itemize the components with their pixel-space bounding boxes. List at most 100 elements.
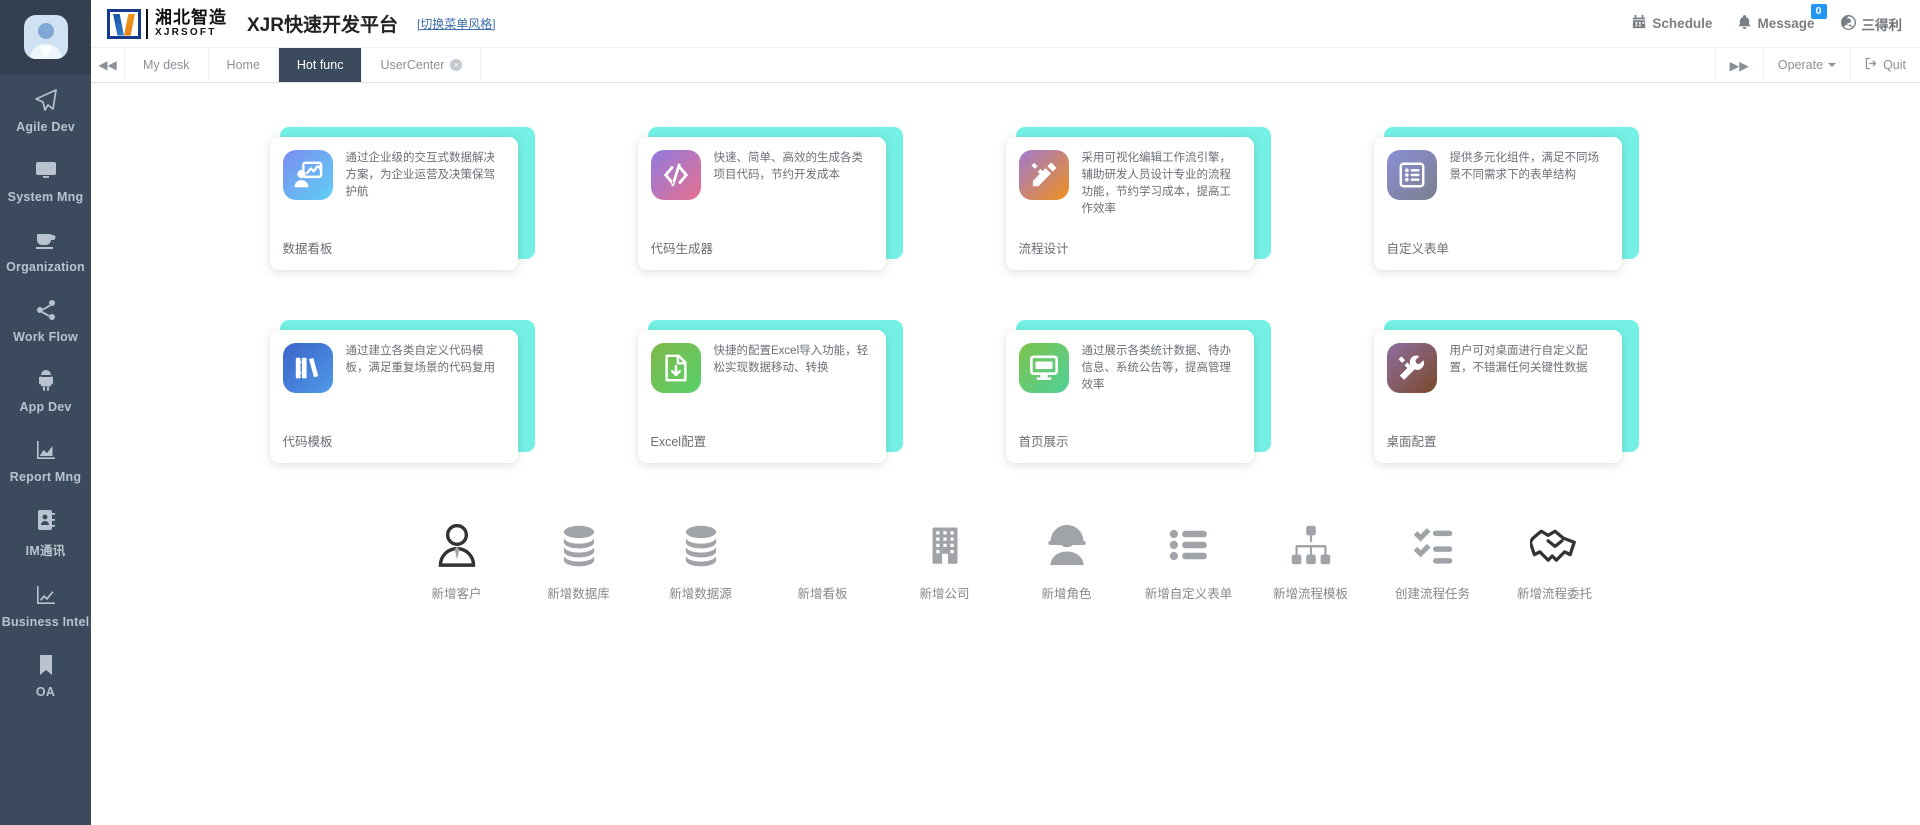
feature-card-grid: 通过企业级的交互式数据解决方案，为企业运营及决策保驾护航 数据看板 快速、简单、高效…	[91, 127, 1920, 463]
message-button[interactable]: Message 0	[1738, 3, 1827, 33]
sidebar-item-9[interactable]: OA	[0, 639, 91, 709]
tab-usercenter[interactable]: UserCenter ×	[362, 48, 482, 82]
user-circle-icon	[1840, 14, 1856, 33]
feature-card[interactable]: 用户可对桌面进行自定义配置，不错漏任何关键性数据 桌面配置	[1373, 330, 1622, 463]
feature-card-cell: 通过建立各类自定义代码模板，满足重复场景的代码复用代码模板	[269, 320, 638, 463]
quick-action-3[interactable]: 新增数据源	[640, 521, 762, 602]
brand: 湘北智造 XJRSOFT XJR快速开发平台 [切换菜单风格]	[107, 8, 496, 39]
sidebar-item-6[interactable]: Report Mng	[0, 424, 91, 494]
sidebar-item-2[interactable]: System Mng	[0, 144, 91, 214]
tab-list: My desk Home Hot func UserCenter ×	[125, 48, 482, 82]
feature-card[interactable]: 快捷的配置Excel导入功能，轻松实现数据移动、转换 Excel配置	[637, 330, 886, 463]
avatar-image	[23, 15, 68, 59]
tab-label: Hot func	[296, 58, 344, 72]
person-tie-icon	[434, 521, 480, 569]
feature-card-cell: 用户可对桌面进行自定义配置，不错漏任何关键性数据 桌面配置	[1373, 320, 1742, 463]
chevron-down-icon	[1828, 63, 1837, 67]
database-icon	[679, 521, 723, 569]
message-count-badge: 0	[1810, 3, 1827, 19]
card-title: 自定义表单	[1386, 242, 1450, 256]
quick-action-6[interactable]: 新增角色	[1006, 521, 1128, 602]
dashboard-presentation-icon	[282, 150, 333, 200]
content-area: 通过企业级的交互式数据解决方案，为企业运营及决策保驾护航 数据看板 快速、简单、高效…	[91, 83, 1920, 825]
feature-card[interactable]: 提供多元化组件，满足不同场景不同需求下的表单结构自定义表单	[1373, 137, 1622, 270]
avatar[interactable]	[0, 0, 91, 74]
quick-action-2[interactable]: 新增数据库	[518, 521, 640, 602]
quick-action-9[interactable]: 创建流程任务	[1372, 521, 1494, 602]
bell-icon	[1738, 14, 1751, 33]
excel-import-icon	[650, 343, 701, 393]
quick-action-10[interactable]: 新增流程委托	[1494, 521, 1616, 602]
quick-action-label: 新增流程委托	[1516, 587, 1592, 601]
card-title: 代码生成器	[650, 242, 714, 256]
card-header: 通过建立各类自定义代码模板，满足重复场景的代码复用	[282, 343, 506, 393]
feature-card[interactable]: 快速、简单、高效的生成各类项目代码，节约开发成本 代码生成器	[637, 137, 886, 270]
message-label: Message	[1757, 16, 1815, 31]
tab-label: My desk	[143, 58, 190, 72]
switch-menu-style-link[interactable]: [切换菜单风格]	[417, 15, 496, 32]
quit-button[interactable]: Quit	[1851, 48, 1920, 82]
quick-action-label: 新增客户	[431, 587, 482, 601]
schedule-button[interactable]: Schedule	[1632, 15, 1712, 32]
quick-action-1[interactable]: 新增客户	[396, 521, 518, 602]
card-title: 流程设计	[1018, 242, 1069, 256]
quick-action-label: 新增数据库	[547, 587, 610, 601]
sidebar-item-label: Agile Dev	[16, 120, 75, 134]
tab-home[interactable]: Home	[209, 48, 279, 82]
tab-my-desk[interactable]: My desk	[125, 48, 209, 82]
feature-card-cell: 通过展示各类统计数据、待办信息、系统公告等，提高管理效率 首页展示	[1005, 320, 1374, 463]
quick-action-5[interactable]: 新增公司	[884, 521, 1006, 602]
close-icon[interactable]: ×	[450, 59, 463, 71]
schedule-label: Schedule	[1652, 16, 1713, 31]
calendar-icon	[1632, 15, 1646, 32]
quick-action-label: 新增看板	[797, 587, 848, 601]
sidebar-item-8[interactable]: Business Intel	[0, 569, 91, 639]
bookmark-icon	[33, 652, 59, 678]
quick-action-8[interactable]: 新增流程模板	[1250, 521, 1372, 602]
sidebar-item-label: System Mng	[7, 190, 84, 204]
feature-card-cell: 采用可视化编辑工作流引擎，辅助研发人员设计专业的流程功能，节约学习成本，提高工作…	[1005, 127, 1374, 270]
quick-action-label: 新增流程模板	[1272, 587, 1348, 601]
card-title: 首页展示	[1018, 435, 1069, 449]
card-description: 快捷的配置Excel导入功能，轻松实现数据移动、转换	[713, 345, 869, 374]
feature-card-cell: 快捷的配置Excel导入功能，轻松实现数据移动、转换 Excel配置	[637, 320, 1006, 463]
sidebar-item-5[interactable]: App Dev	[0, 354, 91, 424]
tab-hot-func[interactable]: Hot func	[278, 48, 363, 82]
feature-card[interactable]: 通过建立各类自定义代码模板，满足重复场景的代码复用代码模板	[269, 330, 518, 463]
sidebar-item-3[interactable]: Organization	[0, 214, 91, 284]
sidebar-item-7[interactable]: IM通讯	[0, 494, 91, 569]
hardhat-person-icon	[1044, 521, 1090, 569]
tabs-scroll-right-icon[interactable]: ▶▶	[1716, 48, 1764, 82]
sidebar-item-4[interactable]: Work Flow	[0, 284, 91, 354]
tabs-scroll-left-icon[interactable]: ◀◀	[91, 48, 125, 82]
quick-action-7[interactable]: 新增自定义表单	[1128, 521, 1250, 602]
feature-card[interactable]: 通过展示各类统计数据、待办信息、系统公告等，提高管理效率 首页展示	[1005, 330, 1254, 463]
feature-card-cell: 提供多元化组件，满足不同场景不同需求下的表单结构自定义表单	[1373, 127, 1742, 270]
sitemap-icon	[1288, 521, 1334, 569]
quick-action-4[interactable]: 新增看板	[762, 521, 884, 602]
feature-card[interactable]: 通过企业级的交互式数据解决方案，为企业运营及决策保驾护航 数据看板	[269, 137, 518, 270]
sidebar-item-label: Organization	[6, 260, 85, 274]
tabbar-spacer	[481, 48, 1716, 82]
quick-action-label: 新增角色	[1041, 587, 1092, 601]
operate-label: Operate	[1777, 58, 1824, 72]
checklist-icon	[1410, 521, 1456, 569]
card-header: 快捷的配置Excel导入功能，轻松实现数据移动、转换	[650, 343, 874, 393]
sidebar-item-label: Business Intel	[1, 615, 90, 629]
card-description: 用户可对桌面进行自定义配置，不错漏任何关键性数据	[1449, 345, 1588, 374]
user-menu[interactable]: 三得利	[1840, 14, 1902, 34]
quick-action-label: 新增自定义表单	[1144, 587, 1233, 601]
sidebar-item-label: Report Mng	[9, 470, 82, 484]
operate-menu-button[interactable]: Operate	[1764, 48, 1852, 82]
sidebar-item-label: App Dev	[19, 400, 72, 414]
card-title: 代码模板	[282, 435, 333, 449]
feature-card[interactable]: 采用可视化编辑工作流引擎，辅助研发人员设计专业的流程功能，节约学习成本，提高工作…	[1005, 137, 1254, 270]
logo-english-text: XJRSOFT	[155, 27, 217, 38]
coffee-cup-icon	[33, 227, 59, 253]
building-icon	[925, 521, 965, 569]
card-header: 提供多元化组件，满足不同场景不同需求下的表单结构	[1386, 150, 1610, 200]
sidebar-item-1[interactable]: Agile Dev	[0, 74, 91, 144]
card-description: 通过企业级的交互式数据解决方案，为企业运营及决策保驾护航	[345, 152, 496, 198]
quit-label: Quit	[1883, 58, 1906, 72]
handshake-icon	[1529, 521, 1580, 569]
